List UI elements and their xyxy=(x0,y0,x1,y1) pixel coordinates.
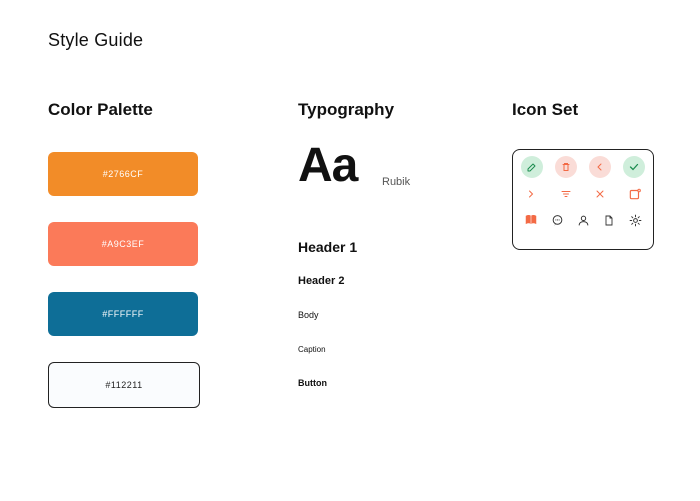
color-swatch-3-label: #112211 xyxy=(105,380,142,390)
icon-row-1 xyxy=(521,156,645,178)
typography-header2: Header 2 xyxy=(298,275,344,287)
chevron-right-icon xyxy=(521,184,541,204)
style-guide-page: Style Guide Color Palette Typography Ico… xyxy=(0,0,700,501)
typography-sample: Aa xyxy=(298,138,357,193)
typography-caption: Caption xyxy=(298,345,326,354)
trash-icon xyxy=(555,156,577,178)
color-swatch-1: #A9C3EF xyxy=(48,222,198,266)
book-icon xyxy=(521,210,541,230)
color-swatch-1-label: #A9C3EF xyxy=(102,239,145,249)
edit-icon xyxy=(521,156,543,178)
section-color-title: Color Palette xyxy=(48,100,153,120)
icon-set-card xyxy=(512,149,654,250)
document-icon xyxy=(599,210,619,230)
filter-icon xyxy=(556,184,576,204)
check-icon xyxy=(623,156,645,178)
color-swatch-2: #FFFFFF xyxy=(48,292,198,336)
color-swatch-3: #112211 xyxy=(48,362,200,408)
gear-icon xyxy=(625,210,645,230)
typography-family: Rubik xyxy=(382,176,410,188)
color-swatch-0-label: #2766CF xyxy=(103,169,144,179)
icon-row-2 xyxy=(521,184,645,204)
section-typography-title: Typography xyxy=(298,100,394,120)
icon-row-3 xyxy=(521,210,645,230)
chevron-left-icon xyxy=(589,156,611,178)
page-title: Style Guide xyxy=(48,30,143,51)
typography-body: Body xyxy=(298,310,319,320)
close-icon xyxy=(590,184,610,204)
typography-button: Button xyxy=(298,378,327,388)
color-swatch-2-label: #FFFFFF xyxy=(102,309,144,319)
typography-header1: Header 1 xyxy=(298,239,357,255)
color-swatch-0: #2766CF xyxy=(48,152,198,196)
add-calendar-icon xyxy=(625,184,645,204)
chat-icon xyxy=(547,210,567,230)
section-iconset-title: Icon Set xyxy=(512,100,578,120)
user-icon xyxy=(573,210,593,230)
